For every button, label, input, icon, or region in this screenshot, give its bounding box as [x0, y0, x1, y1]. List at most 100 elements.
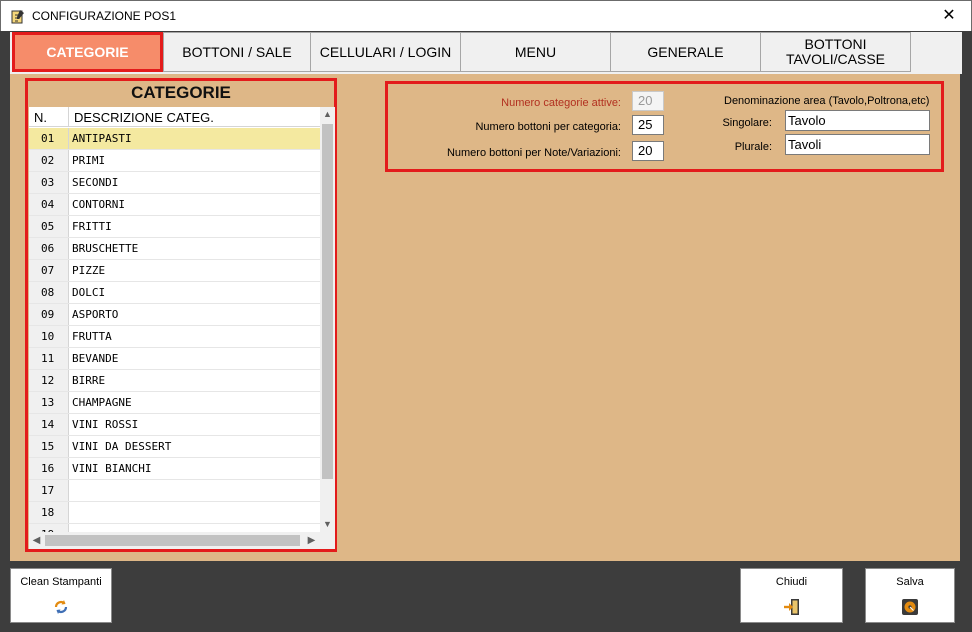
cat-attive-label: Numero categorie attive:: [501, 97, 621, 109]
row-number-cell[interactable]: 11: [29, 348, 69, 369]
bottoni-cat-field[interactable]: 25: [632, 115, 664, 135]
horizontal-scroll-thumb[interactable]: [45, 535, 300, 546]
column-header-num[interactable]: N.: [34, 110, 47, 125]
table-row[interactable]: 14 VINI ROSSI: [29, 414, 320, 436]
table-row[interactable]: 05 FRITTI: [29, 216, 320, 238]
table-row[interactable]: 03 SECONDI: [29, 172, 320, 194]
tab-label-line2: TAVOLI/CASSE: [785, 51, 886, 67]
row-description-cell[interactable]: DOLCI: [72, 282, 105, 303]
save-disk-icon: [902, 599, 918, 615]
title-bar: CONFIGURAZIONE POS1 ✕: [0, 0, 972, 31]
table-row[interactable]: 16 VINI BIANCHI: [29, 458, 320, 480]
tab-cellulari-login[interactable]: CELLULARI / LOGIN: [310, 32, 461, 72]
row-description-cell[interactable]: FRUTTA: [72, 326, 112, 347]
tab-label-line1: BOTTONI: [804, 36, 867, 52]
row-description-cell[interactable]: ANTIPASTI: [72, 128, 132, 149]
table-row[interactable]: 18: [29, 502, 320, 524]
row-description-cell[interactable]: CHAMPAGNE: [72, 392, 132, 413]
tab-bottoni-tavoli-casse[interactable]: BOTTONI TAVOLI/CASSE: [760, 32, 911, 72]
column-header-desc[interactable]: DESCRIZIONE CATEG.: [74, 110, 214, 125]
row-number-cell[interactable]: 19: [29, 524, 69, 532]
table-row[interactable]: 10 FRUTTA: [29, 326, 320, 348]
row-description-cell[interactable]: VINI DA DESSERT: [72, 436, 171, 457]
horizontal-scrollbar[interactable]: ◀ ▶: [29, 532, 335, 549]
row-number-cell[interactable]: 10: [29, 326, 69, 347]
table-row[interactable]: 11 BEVANDE: [29, 348, 320, 370]
row-number-cell[interactable]: 07: [29, 260, 69, 281]
row-description-cell[interactable]: FRITTI: [72, 216, 112, 237]
table-row[interactable]: 02 PRIMI: [29, 150, 320, 172]
row-description-cell[interactable]: VINI ROSSI: [72, 414, 138, 435]
table-row[interactable]: 07 PIZZE: [29, 260, 320, 282]
vertical-scrollbar[interactable]: ▲ ▼: [320, 107, 335, 532]
table-row[interactable]: 01 ANTIPASTI: [29, 128, 320, 150]
categorie-title: CATEGORIE: [131, 83, 231, 102]
row-number-cell[interactable]: 12: [29, 370, 69, 391]
row-description-cell[interactable]: PRIMI: [72, 150, 105, 171]
refresh-icon: [54, 600, 68, 614]
tab-label: MENU: [514, 43, 557, 60]
plurale-field[interactable]: Tavoli: [785, 134, 930, 155]
row-number-cell[interactable]: 02: [29, 150, 69, 171]
singolare-field[interactable]: Tavolo: [785, 110, 930, 131]
cat-attive-field: 20: [632, 91, 664, 111]
window-title: CONFIGURAZIONE POS1: [32, 9, 177, 23]
exit-door-icon: [783, 599, 799, 615]
categorie-grid[interactable]: N. DESCRIZIONE CATEG. 01 ANTIPASTI 02 PRIMI…: [29, 107, 335, 549]
tab-generale[interactable]: GENERALE: [610, 32, 761, 72]
tab-bottoni-sale[interactable]: BOTTONI / SALE: [163, 32, 311, 72]
table-row[interactable]: 15 VINI DA DESSERT: [29, 436, 320, 458]
row-description-cell[interactable]: CONTORNI: [72, 194, 125, 215]
row-number-cell[interactable]: 13: [29, 392, 69, 413]
chiudi-label: Chiudi: [775, 576, 808, 588]
row-description-cell[interactable]: BEVANDE: [72, 348, 118, 369]
vertical-scroll-thumb[interactable]: [322, 124, 333, 479]
bottoni-note-field[interactable]: 20: [632, 141, 664, 161]
row-number-cell[interactable]: 05: [29, 216, 69, 237]
categorie-panel: CATEGORIE N. DESCRIZIONE CATEG. 01 ANTIPA…: [25, 78, 337, 552]
chiudi-button[interactable]: Chiudi: [740, 568, 843, 623]
tab-menu[interactable]: MENU: [460, 32, 611, 72]
plurale-label: Plurale:: [734, 141, 772, 153]
close-button[interactable]: ✕: [935, 5, 963, 27]
table-row[interactable]: 13 CHAMPAGNE: [29, 392, 320, 414]
row-number-cell[interactable]: 06: [29, 238, 69, 259]
app-icon: [11, 10, 24, 24]
row-number-cell[interactable]: 01: [29, 128, 69, 149]
row-description-cell[interactable]: BRUSCHETTE: [72, 238, 138, 259]
table-row[interactable]: 09 ASPORTO: [29, 304, 320, 326]
row-description-cell[interactable]: SECONDI: [72, 172, 118, 193]
table-row[interactable]: 17: [29, 480, 320, 502]
row-number-cell[interactable]: 15: [29, 436, 69, 457]
row-number-cell[interactable]: 16: [29, 458, 69, 479]
scroll-right-icon[interactable]: ▶: [304, 532, 319, 549]
row-number-cell[interactable]: 09: [29, 304, 69, 325]
row-number-cell[interactable]: 04: [29, 194, 69, 215]
row-number-cell[interactable]: 17: [29, 480, 69, 501]
row-number-cell[interactable]: 14: [29, 414, 69, 435]
settings-panel: Numero categorie attive: 20 Numero botto…: [385, 81, 944, 172]
table-row[interactable]: 06 BRUSCHETTE: [29, 238, 320, 260]
table-row[interactable]: 19: [29, 524, 320, 532]
row-description-cell[interactable]: PIZZE: [72, 260, 105, 281]
scroll-down-icon[interactable]: ▼: [320, 517, 335, 532]
scroll-up-icon[interactable]: ▲: [320, 107, 335, 122]
scroll-left-icon[interactable]: ◀: [29, 532, 44, 549]
row-description-cell[interactable]: ASPORTO: [72, 304, 118, 325]
salva-button[interactable]: Salva: [865, 568, 955, 623]
table-row[interactable]: 04 CONTORNI: [29, 194, 320, 216]
clean-stampanti-label: Clean Stampanti: [20, 576, 102, 588]
tab-label: CATEGORIE: [46, 43, 129, 60]
row-description-cell[interactable]: VINI BIANCHI: [72, 458, 151, 479]
clean-stampanti-button[interactable]: Clean Stampanti: [10, 568, 112, 623]
row-number-cell[interactable]: 08: [29, 282, 69, 303]
tab-categorie[interactable]: CATEGORIE: [12, 32, 163, 72]
tab-bar: CATEGORIE BOTTONI / SALE CELLULARI / LOG…: [10, 32, 962, 74]
row-number-cell[interactable]: 03: [29, 172, 69, 193]
tab-label: BOTTONI / SALE: [182, 43, 292, 60]
row-number-cell[interactable]: 18: [29, 502, 69, 523]
grid-rows: 01 ANTIPASTI 02 PRIMI 03 SECONDI 04 CONTORNI 05 F…: [29, 128, 320, 532]
table-row[interactable]: 08 DOLCI: [29, 282, 320, 304]
table-row[interactable]: 12 BIRRE: [29, 370, 320, 392]
row-description-cell[interactable]: BIRRE: [72, 370, 105, 391]
